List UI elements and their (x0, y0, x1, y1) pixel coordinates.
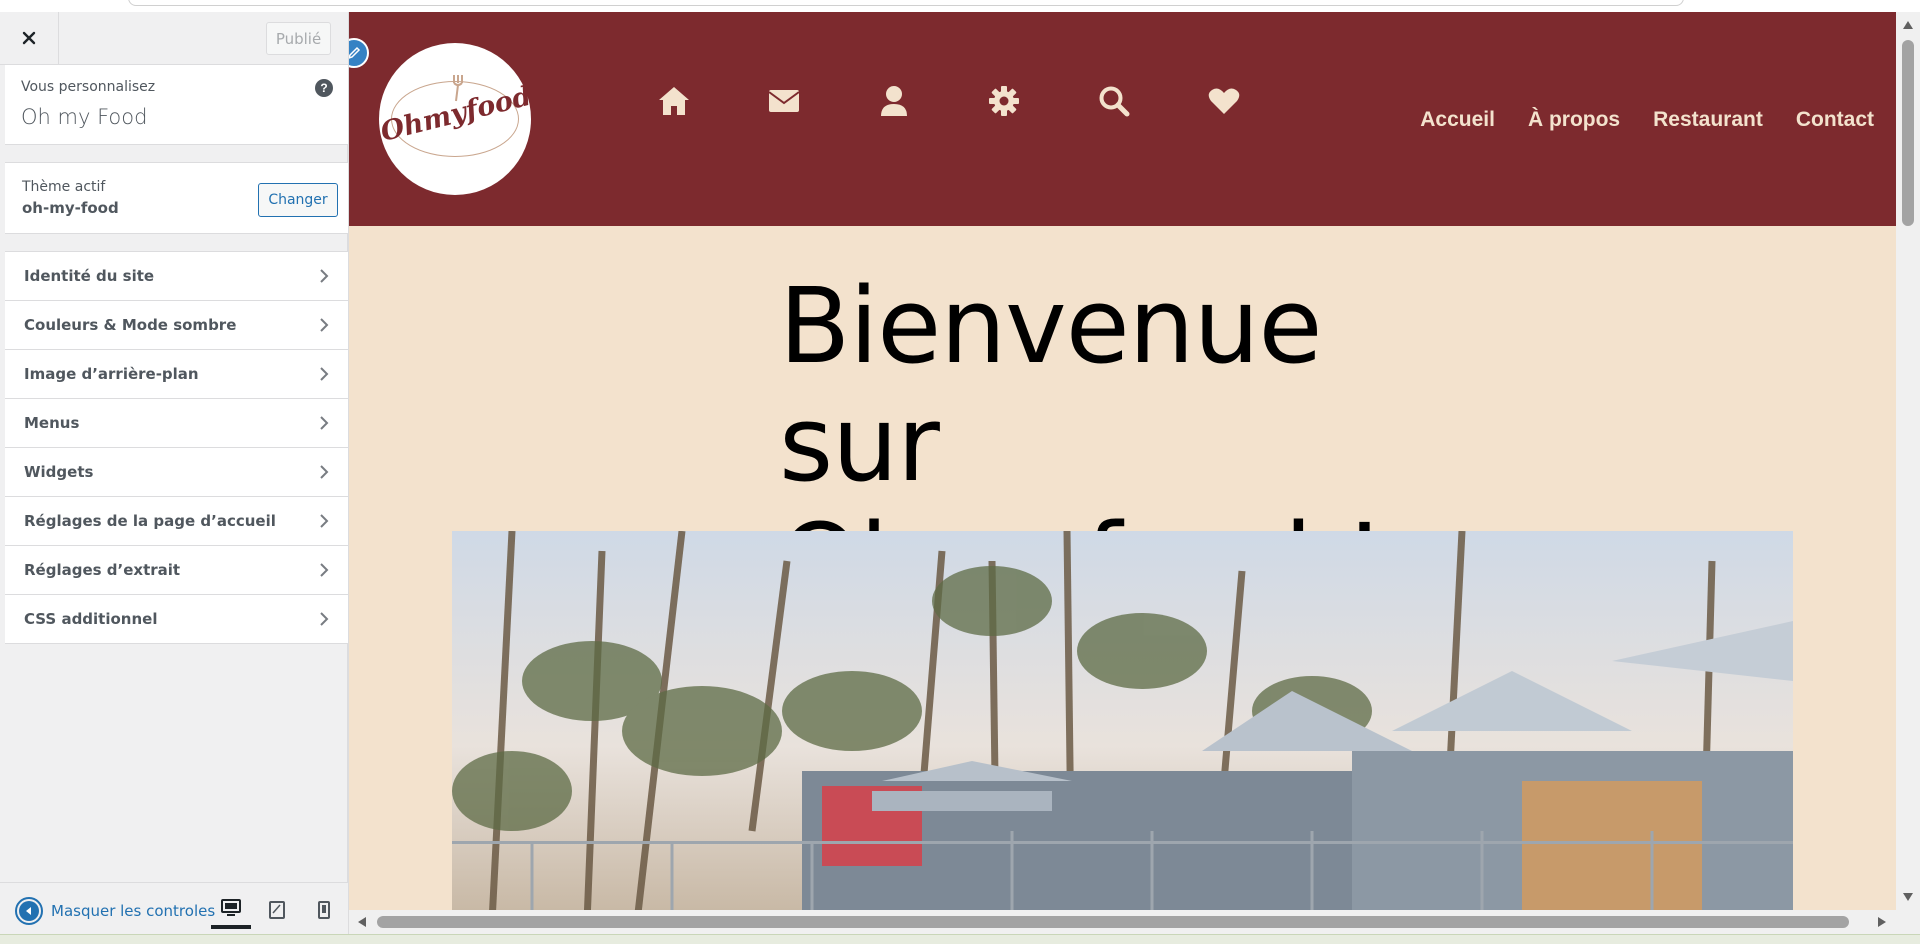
customizer-sections: Identité du site Couleurs & Mode sombre … (5, 251, 348, 644)
chevron-right-icon (320, 465, 329, 479)
search-icon[interactable] (1059, 72, 1169, 130)
nav-link-about[interactable]: À propos (1528, 108, 1620, 132)
nav-link-restaurant[interactable]: Restaurant (1653, 108, 1763, 132)
customizer-sidebar: Publié Vous personnalisez Oh my Food ? T… (0, 12, 348, 934)
customizer-header: Publié (0, 12, 348, 65)
section-label: Couleurs & Mode sombre (24, 316, 237, 334)
nav-link-contact[interactable]: Contact (1796, 108, 1874, 132)
horizontal-scrollbar[interactable] (349, 910, 1896, 934)
chevron-right-icon (320, 367, 329, 381)
site-header: Ohmyfood Accueil À propos Restaurant Con… (349, 12, 1896, 226)
customizing-info: Vous personnalisez Oh my Food ? (5, 65, 348, 145)
main-navigation: Accueil À propos Restaurant Contact (1420, 108, 1874, 132)
section-label: Menus (24, 414, 80, 432)
desktop-icon (221, 899, 241, 916)
tablet-icon (269, 901, 285, 919)
site-logo[interactable]: Ohmyfood (378, 43, 534, 195)
vertical-scrollbar-thumb[interactable] (1902, 40, 1914, 226)
nav-link-home[interactable]: Accueil (1420, 108, 1495, 132)
site-preview[interactable]: Ohmyfood Accueil À propos Restaurant Con… (349, 12, 1920, 934)
tablet-preview-button[interactable] (257, 891, 297, 929)
close-customizer-button[interactable] (0, 12, 59, 64)
section-label: Réglages d’extrait (24, 561, 181, 579)
customizer-footer: Masquer les controles (0, 882, 348, 934)
site-title: Oh my Food (21, 105, 148, 129)
section-label: Image d’arrière-plan (24, 365, 199, 383)
customizing-label: Vous personnalisez (21, 79, 156, 95)
hero-image (452, 531, 1793, 922)
heart-icon[interactable] (1169, 72, 1279, 130)
active-theme-label: Thème actif (22, 179, 106, 195)
icon-navigation (619, 86, 1279, 160)
chevron-right-icon (320, 612, 329, 626)
window-bottom-edge (0, 934, 1920, 944)
section-site-identity[interactable]: Identité du site (5, 252, 348, 301)
mobile-icon (318, 901, 330, 919)
hero-title-line1: Bienvenue sur (779, 265, 1322, 505)
collapse-arrow-icon (15, 897, 43, 925)
section-label: Identité du site (24, 267, 155, 285)
browser-top-bar (0, 0, 1920, 12)
section-background-image[interactable]: Image d’arrière-plan (5, 350, 348, 399)
active-theme-panel: Thème actif oh-my-food Changer (5, 162, 348, 234)
browser-address-bar[interactable] (128, 0, 1684, 6)
section-colors-dark-mode[interactable]: Couleurs & Mode sombre (5, 301, 348, 350)
envelope-icon[interactable] (729, 72, 839, 130)
change-theme-button[interactable]: Changer (258, 183, 338, 217)
section-excerpt-settings[interactable]: Réglages d’extrait (5, 546, 348, 595)
publish-button[interactable]: Publié (266, 22, 331, 55)
section-label: Widgets (24, 463, 94, 481)
gear-icon[interactable] (949, 72, 1059, 130)
active-theme-name: oh-my-food (22, 199, 119, 217)
close-icon (22, 31, 36, 45)
section-additional-css[interactable]: CSS additionnel (5, 595, 348, 644)
vertical-scrollbar[interactable] (1896, 12, 1920, 934)
help-icon[interactable]: ? (315, 79, 333, 97)
section-widgets[interactable]: Widgets (5, 448, 348, 497)
chevron-right-icon (320, 318, 329, 332)
hide-controls-button[interactable]: Masquer les controles (15, 897, 215, 925)
chevron-right-icon (320, 269, 329, 283)
chevron-right-icon (320, 416, 329, 430)
chevron-right-icon (320, 514, 329, 528)
section-label: Réglages de la page d’accueil (24, 512, 276, 530)
edit-shortcut-pencil-icon[interactable] (349, 38, 369, 68)
section-homepage-settings[interactable]: Réglages de la page d’accueil (5, 497, 348, 546)
mobile-preview-button[interactable] (304, 891, 344, 929)
hide-controls-label: Masquer les controles (51, 902, 216, 920)
home-icon[interactable] (619, 72, 729, 130)
desktop-preview-button[interactable] (211, 891, 251, 929)
horizontal-scrollbar-thumb[interactable] (377, 916, 1849, 928)
user-icon[interactable] (839, 72, 949, 130)
section-menus[interactable]: Menus (5, 399, 348, 448)
chevron-right-icon (320, 563, 329, 577)
section-label: CSS additionnel (24, 610, 158, 628)
